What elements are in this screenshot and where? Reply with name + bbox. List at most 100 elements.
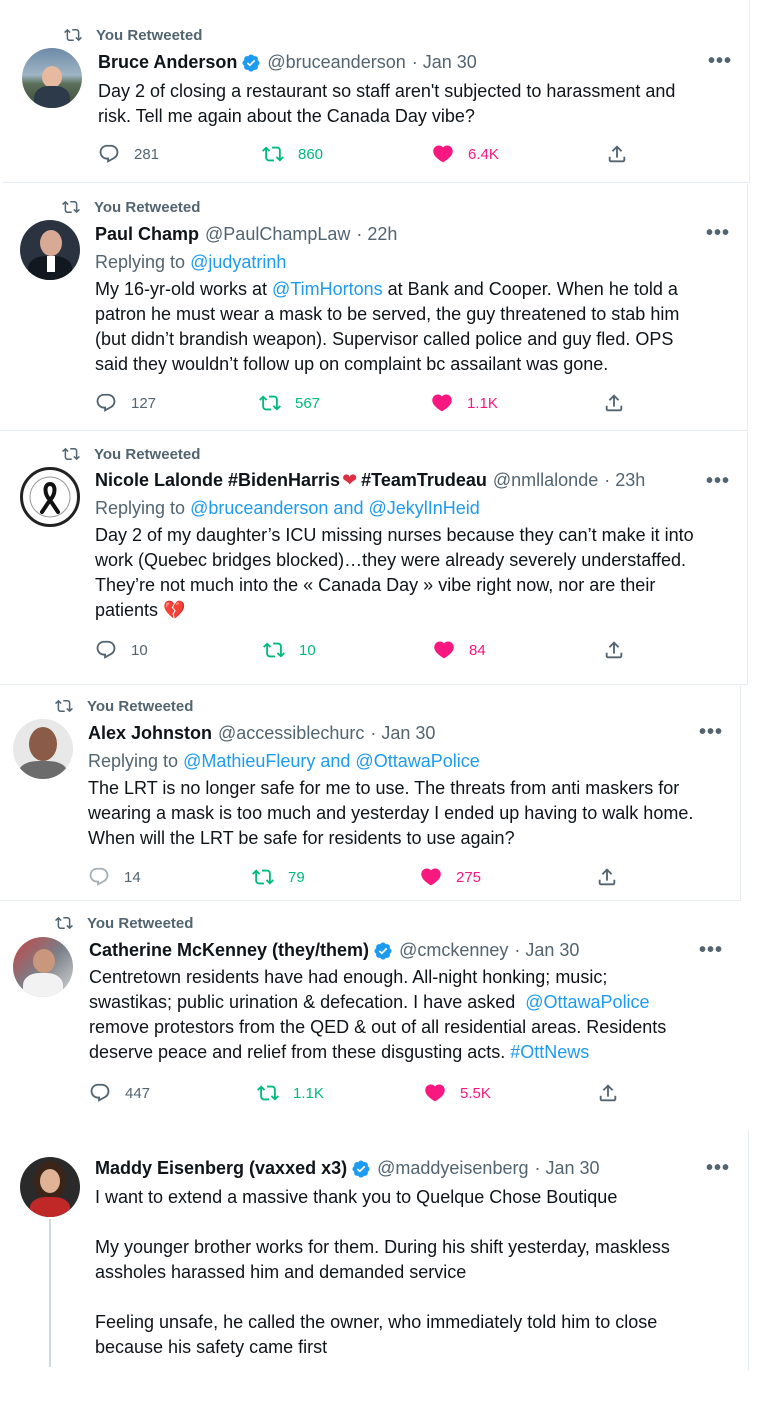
display-name[interactable]: Maddy Eisenberg (vaxxed x3) (95, 1158, 347, 1179)
like-count: 275 (456, 868, 482, 886)
more-options-icon[interactable]: ••• (706, 1157, 730, 1180)
retweet-button[interactable]: 567 (259, 392, 320, 414)
mention-link[interactable]: @TimHortons (272, 279, 383, 299)
retweet-icon (257, 1082, 279, 1104)
retweet-button[interactable]: 79 (252, 866, 305, 888)
mention-link[interactable]: @OttawaPolice (525, 992, 649, 1012)
user-handle[interactable]: @bruceanderson (267, 52, 405, 73)
like-button[interactable]: 1.1K (431, 392, 498, 414)
like-button[interactable]: 6.4K (432, 143, 499, 165)
reply-button[interactable]: 281 (98, 143, 159, 165)
share-icon (603, 639, 625, 661)
mention-link[interactable]: @bruceanderson and @JekylInHeid (190, 498, 480, 518)
retweet-count: 79 (288, 868, 305, 886)
like-button[interactable]: 5.5K (424, 1082, 491, 1104)
mention-link[interactable]: @MathieuFleury and @OttawaPolice (183, 751, 480, 771)
heart-icon (432, 143, 454, 165)
display-name[interactable]: Bruce Anderson (98, 52, 237, 73)
reply-count: 14 (124, 868, 141, 886)
replying-to: Replying to @judyatrinh (95, 252, 287, 272)
tweet-card[interactable]: You Retweeted Nicole Lalonde #BidenHarri… (0, 432, 748, 685)
avatar[interactable] (13, 719, 73, 779)
verified-badge-icon (373, 941, 393, 961)
avatar[interactable] (13, 937, 73, 997)
share-icon (596, 866, 618, 888)
avatar[interactable] (22, 48, 82, 108)
tweet-card[interactable]: You Retweeted Alex Johnston @accessiblec… (0, 686, 741, 901)
like-count: 5.5K (460, 1084, 491, 1102)
retweet-button[interactable]: 10 (263, 639, 316, 661)
share-icon (603, 392, 625, 414)
retweet-icon (259, 392, 281, 414)
share-button[interactable] (603, 639, 639, 661)
user-handle[interactable]: @PaulChampLaw (205, 224, 350, 245)
tweet-text: Day 2 of closing a restaurant so staff a… (98, 81, 676, 126)
tweet-text: I want to extend a massive thank you to … (95, 1187, 670, 1357)
user-handle[interactable]: @cmckenney (399, 940, 508, 961)
reply-count: 10 (131, 641, 148, 659)
heart-icon (431, 392, 453, 414)
share-button[interactable] (596, 866, 632, 888)
retweet-icon (53, 697, 75, 715)
tweet-time[interactable]: · 22h (356, 224, 397, 245)
avatar[interactable] (20, 220, 80, 280)
display-name[interactable]: Catherine McKenney (they/them) (89, 940, 369, 961)
more-options-icon[interactable]: ••• (706, 222, 730, 245)
user-handle[interactable]: @maddyeisenberg (377, 1158, 528, 1179)
retweet-button[interactable]: 1.1K (257, 1082, 324, 1104)
more-options-icon[interactable]: ••• (708, 50, 732, 73)
reply-button[interactable]: 447 (89, 1082, 150, 1104)
tweet-time[interactable]: · Jan 30 (370, 723, 435, 744)
reply-icon (88, 866, 110, 888)
retweet-icon (252, 866, 274, 888)
retweet-indicator: You Retweeted (53, 697, 193, 715)
share-button[interactable] (603, 392, 639, 414)
replying-to: Replying to @MathieuFleury and @OttawaPo… (88, 751, 480, 771)
awareness-ribbon-icon (29, 476, 71, 518)
heart-icon (433, 639, 455, 661)
tweet-time[interactable]: · 23h (604, 470, 645, 491)
user-handle[interactable]: @nmllalonde (493, 470, 598, 491)
reply-button[interactable]: 127 (95, 392, 156, 414)
reply-icon (95, 639, 117, 661)
tweet-card[interactable]: You Retweeted Catherine McKenney (they/t… (0, 902, 742, 1126)
more-options-icon[interactable]: ••• (699, 721, 723, 744)
tweet-card[interactable]: Maddy Eisenberg (vaxxed x3) @maddyeisenb… (0, 1130, 749, 1370)
retweet-icon (263, 639, 285, 661)
tweet-time[interactable]: · Jan 30 (534, 1158, 599, 1179)
like-button[interactable]: 84 (433, 639, 486, 661)
like-count: 84 (469, 641, 486, 659)
avatar[interactable] (20, 467, 80, 527)
retweet-indicator: You Retweeted (60, 198, 200, 216)
heart-emoji: ❤ (342, 470, 358, 490)
reply-count: 281 (134, 145, 160, 163)
retweet-icon (62, 26, 84, 44)
more-options-icon[interactable]: ••• (699, 939, 723, 962)
like-button[interactable]: 275 (420, 866, 481, 888)
tweet-time[interactable]: · Jan 30 (412, 52, 477, 73)
retweet-button[interactable]: 860 (262, 143, 323, 165)
tweet-card[interactable]: You Retweeted Paul Champ @PaulChampLaw ·… (0, 184, 748, 431)
display-name-suffix[interactable]: #TeamTrudeau (361, 470, 487, 491)
mention-link[interactable]: @judyatrinh (190, 252, 286, 272)
display-name[interactable]: Paul Champ (95, 224, 199, 245)
share-icon (597, 1082, 619, 1104)
tweet-card[interactable]: You Retweeted Bruce Anderson @bruceander… (2, 0, 750, 183)
reply-button[interactable]: 10 (95, 639, 148, 661)
display-name[interactable]: Nicole Lalonde #BidenHarris (95, 470, 340, 491)
retweet-indicator: You Retweeted (53, 914, 193, 932)
share-button[interactable] (606, 143, 642, 165)
tweet-header: Paul Champ @PaulChampLaw · 22h (95, 224, 397, 245)
avatar[interactable] (20, 1157, 80, 1217)
display-name[interactable]: Alex Johnston (88, 723, 212, 744)
share-button[interactable] (597, 1082, 633, 1104)
reply-icon (89, 1082, 111, 1104)
tweet-text: Centretown residents have had enough. Al… (89, 967, 667, 1062)
retweet-icon (53, 914, 75, 932)
user-handle[interactable]: @accessiblechurc (218, 723, 364, 744)
retweet-indicator: You Retweeted (62, 26, 202, 44)
more-options-icon[interactable]: ••• (706, 470, 730, 493)
tweet-time[interactable]: · Jan 30 (514, 940, 579, 961)
reply-button[interactable]: 14 (88, 866, 141, 888)
hashtag-link[interactable]: #OttNews (510, 1042, 589, 1062)
